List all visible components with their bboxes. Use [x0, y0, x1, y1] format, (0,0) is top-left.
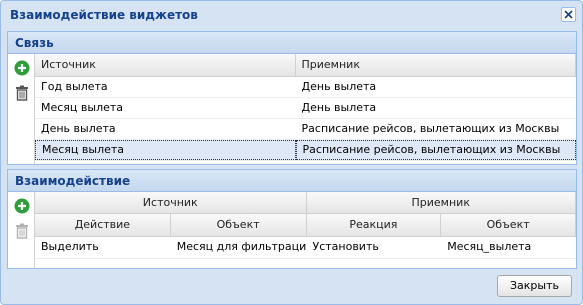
dialog-title: Взаимодействие виджетов	[10, 8, 198, 22]
cell-reaction: Установить	[312, 240, 379, 253]
table-row-selected[interactable]: Месяц вылета Расписание рейсов, вылетающ…	[35, 140, 576, 161]
close-icon[interactable]	[561, 7, 576, 22]
column-header-source-object[interactable]: Объект	[171, 214, 307, 236]
cell-source-object: Месяц для фильтрации	[176, 240, 307, 253]
trash-icon[interactable]	[13, 84, 30, 101]
cell-receiver: День вылета	[301, 80, 377, 93]
column-header-reaction[interactable]: Реакция	[307, 214, 442, 236]
cell-source: День вылета	[41, 122, 116, 135]
interaction-grid-header: Действие Объект Реакция Объект	[35, 214, 576, 237]
cell-receiver: День вылета	[301, 101, 377, 114]
group-header-source: Источник	[35, 192, 307, 213]
links-toolbar	[8, 54, 35, 164]
links-grid: Источник Приемник Год вылета День вылета…	[35, 54, 576, 161]
interaction-toolbar	[8, 192, 35, 268]
table-row[interactable]: Год вылета День вылета	[35, 77, 576, 98]
interaction-grid: Источник Приемник Действие Объект Реакци…	[35, 192, 576, 259]
links-grid-header: Источник Приемник	[35, 54, 576, 77]
interaction-panel: Взаимодействие Источник Приемник Действи…	[7, 169, 577, 269]
dialog-header[interactable]: Взаимодействие виджетов	[1, 1, 582, 29]
widget-interaction-dialog: Взаимодействие виджетов Связь Источник П…	[0, 0, 583, 305]
group-header-receiver: Приемник	[307, 192, 576, 213]
cell-receiver: Расписание рейсов, вылетающих из Москвы	[295, 140, 576, 160]
table-row[interactable]: Месяц вылета День вылета	[35, 98, 576, 119]
cell-source: Месяц вылета	[41, 101, 124, 114]
cell-source: Месяц вылета	[35, 140, 296, 160]
table-row[interactable]: День вылета Расписание рейсов, вылетающи…	[35, 119, 576, 140]
interaction-panel-title: Взаимодействие	[8, 170, 576, 192]
cell-source: Год вылета	[41, 80, 108, 93]
plus-circle-icon[interactable]	[13, 59, 30, 76]
interaction-grid-group-header: Источник Приемник	[35, 192, 576, 214]
column-header-receiver-object[interactable]: Объект	[441, 214, 576, 236]
plus-circle-icon[interactable]	[13, 197, 30, 214]
column-header-action[interactable]: Действие	[35, 214, 171, 236]
column-header-receiver[interactable]: Приемник	[296, 54, 576, 77]
trash-icon[interactable]	[13, 222, 30, 239]
column-header-source[interactable]: Источник	[35, 54, 296, 77]
links-panel: Связь Источник Приемник Год вылета День …	[7, 31, 577, 165]
cell-action: Выделить	[41, 240, 99, 253]
table-row[interactable]: Выделить Месяц для фильтрации Установить…	[35, 237, 576, 259]
close-button[interactable]: Закрыть	[497, 275, 572, 297]
links-panel-title: Связь	[8, 32, 576, 54]
cell-receiver-object: Месяц_вылета	[447, 240, 532, 253]
cell-receiver: Расписание рейсов, вылетающих из Москвы	[301, 122, 560, 135]
